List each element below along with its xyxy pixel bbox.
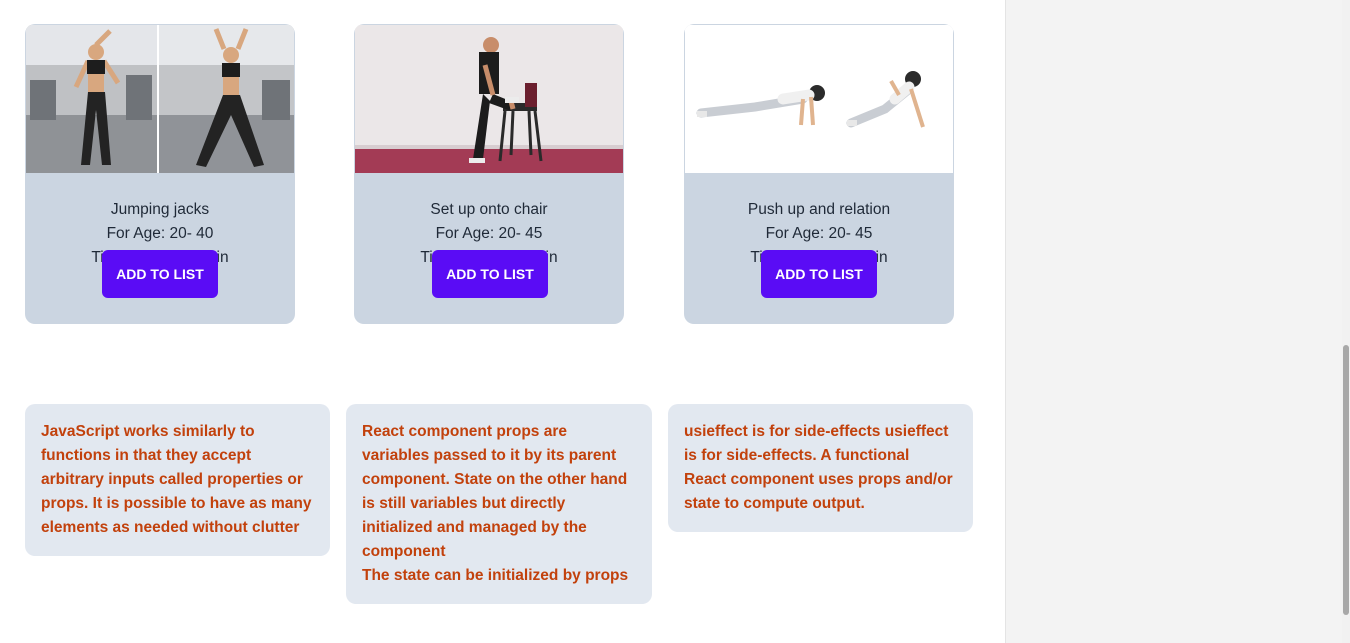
note-line: is still variables but directly bbox=[362, 495, 566, 512]
note-line: The state can be initialized by props bbox=[362, 567, 629, 584]
exercise-age: For Age: 20- 40 bbox=[106, 225, 214, 242]
note-line: component. State on the other hand bbox=[362, 471, 628, 488]
set-up-onto-chair-image bbox=[355, 25, 623, 173]
info-note-javascript: JavaScript works similarly to functions … bbox=[25, 404, 330, 556]
jumping-jacks-image bbox=[26, 25, 294, 173]
note-line: props. It is possible to have as many bbox=[41, 495, 312, 512]
scrollbar-thumb[interactable] bbox=[1343, 345, 1349, 615]
info-note-useeffect: usieffect is for side-effects usieffect … bbox=[668, 404, 973, 532]
info-note-react-props: React component props are variables pass… bbox=[346, 404, 652, 604]
note-line: initialized and managed by the bbox=[362, 519, 587, 536]
exercise-age: For Age: 20- 45 bbox=[435, 225, 543, 242]
side-panel bbox=[1005, 0, 1342, 643]
main-content: Jumping jacks For Age: 20- 40 Time requi… bbox=[0, 0, 1005, 643]
add-to-list-button[interactable]: ADD TO LIST bbox=[102, 250, 218, 298]
exercise-card-jumping-jacks: Jumping jacks For Age: 20- 40 Time requi… bbox=[25, 24, 295, 324]
note-line: React component uses props and/or bbox=[684, 471, 953, 488]
vertical-scrollbar[interactable] bbox=[1342, 0, 1350, 643]
note-line: is for side-effects. A functional bbox=[684, 447, 910, 464]
exercise-age: For Age: 20- 45 bbox=[765, 225, 873, 242]
note-line: arbitrary inputs called properties or bbox=[41, 471, 303, 488]
note-line: React component props are bbox=[362, 423, 567, 440]
note-line: state to compute output. bbox=[684, 495, 865, 512]
add-to-list-button[interactable]: ADD TO LIST bbox=[761, 250, 877, 298]
exercise-card-push-up-and-relation: Push up and relation For Age: 20- 45 Tim… bbox=[684, 24, 954, 324]
push-up-and-relation-image bbox=[685, 25, 953, 173]
note-line: usieffect is for side-effects usieffect bbox=[684, 423, 949, 440]
note-line: elements as needed without clutter bbox=[41, 519, 300, 536]
note-line: component bbox=[362, 543, 446, 560]
exercise-name: Push up and relation bbox=[747, 201, 891, 218]
add-to-list-button[interactable]: ADD TO LIST bbox=[432, 250, 548, 298]
note-line: JavaScript works similarly to bbox=[41, 423, 255, 440]
exercise-name: Jumping jacks bbox=[110, 201, 210, 218]
exercise-card-set-up-onto-chair: Set up onto chair For Age: 20- 45 Time r… bbox=[354, 24, 624, 324]
note-line: functions in that they accept bbox=[41, 447, 252, 464]
note-line: variables passed to it by its parent bbox=[362, 447, 617, 464]
exercise-name: Set up onto chair bbox=[430, 201, 548, 218]
